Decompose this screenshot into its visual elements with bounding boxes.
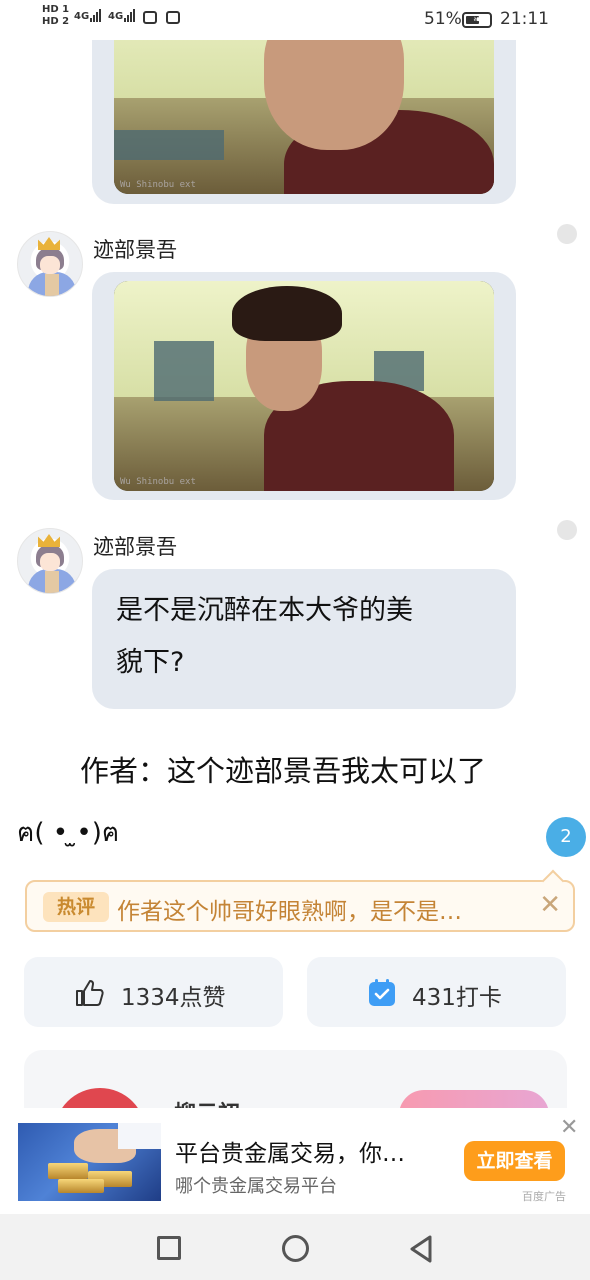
thumbs-up-icon: [76, 980, 104, 1006]
sender-name: 迹部景吾: [93, 535, 177, 559]
image-message-bubble[interactable]: Wu Shinobu ext: [92, 272, 516, 500]
comment-count-badge[interactable]: 2: [546, 817, 586, 857]
signal-2-icon: 4G: [108, 9, 136, 22]
sender-avatar[interactable]: [17, 528, 83, 594]
ad-image[interactable]: [18, 1123, 161, 1201]
recent-apps-button[interactable]: [157, 1236, 181, 1260]
ad-view-button[interactable]: 立即查看: [464, 1141, 565, 1181]
author-note: 作者：这个迹部景吾我太可以了: [80, 754, 487, 788]
sim-indicators: HD 1 HD 2: [42, 4, 69, 28]
sender-name: 迹部景吾: [93, 238, 177, 262]
ad-subtitle: 哪个贵金属交易平台: [175, 1176, 337, 1197]
reading-page: HD 1 HD 2 4G 4G 51% ❧ 21:11 Wu Shinobu e…: [0, 0, 590, 1280]
like-button[interactable]: 1334点赞: [24, 957, 283, 1027]
message-photo[interactable]: Wu Shinobu ext: [114, 281, 494, 491]
ad-title[interactable]: 平台贵金属交易，你…: [175, 1134, 445, 1168]
text-message-bubble[interactable]: 是不是沉醉在本大爷的美 貌下?: [92, 569, 516, 709]
status-bar: HD 1 HD 2 4G 4G 51% ❧ 21:11: [0, 0, 590, 40]
hot-comment-tag: 热评: [43, 892, 109, 922]
close-icon[interactable]: ✕: [560, 1115, 578, 1140]
clock: 21:11: [500, 9, 549, 29]
checkin-count: 431打卡: [412, 985, 502, 1011]
hd2-label: HD 2: [42, 16, 70, 27]
checkin-button[interactable]: 431打卡: [307, 957, 566, 1027]
hot-comment-banner[interactable]: 热评 作者这个帅哥好眼熟啊，是不是… ✕: [25, 880, 575, 932]
ad-source-label: 百度广告: [522, 1190, 566, 1203]
app-notification-icon: [166, 11, 180, 24]
hot-comment-text: 作者这个帅哥好眼熟啊，是不是…: [117, 899, 462, 925]
message-menu-dot[interactable]: [557, 224, 577, 244]
home-button[interactable]: [282, 1235, 309, 1262]
signal-1-icon: 4G: [74, 9, 102, 22]
sender-avatar[interactable]: [17, 231, 83, 297]
like-count: 1334点赞: [121, 985, 226, 1011]
ad-banner[interactable]: 平台贵金属交易，你… 哪个贵金属交易平台 立即查看 ✕ 百度广告: [0, 1108, 590, 1214]
message-menu-dot[interactable]: [557, 520, 577, 540]
app-notification-icon: [143, 11, 157, 24]
message-text: 是不是沉醉在本大爷的美 貌下?: [116, 595, 413, 678]
battery-percent: 51%: [424, 9, 462, 29]
back-button[interactable]: [408, 1234, 434, 1264]
close-icon[interactable]: ✕: [539, 890, 561, 920]
hd1-label: HD 1: [42, 4, 70, 15]
battery-icon: ❧: [462, 12, 492, 28]
calendar-check-icon: [369, 979, 395, 1006]
system-nav-bar: [0, 1214, 590, 1280]
kaomoji: ฅ( • ̫•)ฅ: [17, 818, 120, 848]
